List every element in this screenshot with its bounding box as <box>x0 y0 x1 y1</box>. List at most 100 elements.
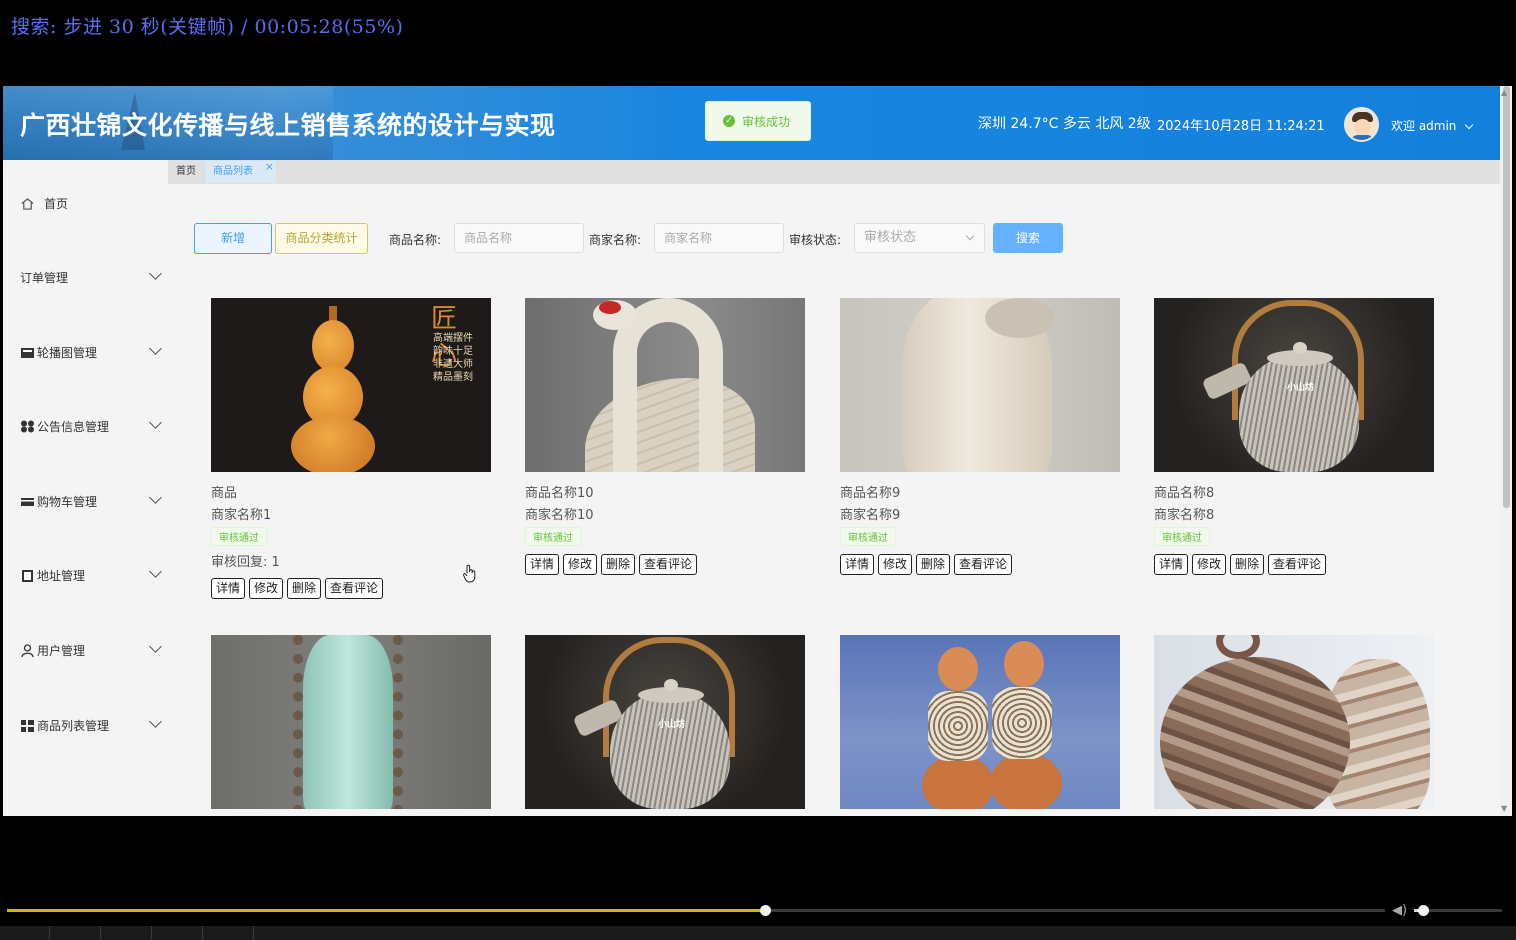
audit-reply: 审核回复: 1 <box>211 555 280 570</box>
card-actions: 详情 修改 删除 查看评论 <box>211 578 491 599</box>
sidebar-item-cart[interactable]: 购物车管理 <box>20 491 162 510</box>
product-card: 商品名称9 商家名称9 审核通过 详情 修改 删除 查看评论 <box>840 298 1120 575</box>
view-comments-button[interactable]: 查看评论 <box>325 578 384 599</box>
cart-icon <box>21 498 34 506</box>
chevron-down-icon <box>149 342 162 355</box>
sidebar-item-carousel[interactable]: 轮播图管理 <box>20 342 162 361</box>
seek-bar-handle[interactable] <box>759 905 771 916</box>
audit-status-label: 审核状态: <box>789 233 842 247</box>
chevron-down-icon <box>149 640 162 653</box>
sidebar-item-label: 订单管理 <box>20 271 69 285</box>
product-card <box>1154 635 1434 809</box>
product-image[interactable]: 匠心 高端摆件 韵味十足 非遗大师 精品墨刻 <box>211 298 491 472</box>
list-icon <box>21 720 34 732</box>
product-card <box>211 635 491 809</box>
edit-button[interactable]: 修改 <box>878 554 913 575</box>
edit-button[interactable]: 修改 <box>249 578 284 599</box>
chevron-down-icon <box>149 565 162 578</box>
home-icon <box>21 198 34 210</box>
sidebar-item-label: 轮播图管理 <box>37 346 98 360</box>
goods-name-input[interactable]: 商品名称 <box>454 223 584 253</box>
sidebar-item-users[interactable]: 用户管理 <box>20 640 162 659</box>
audit-status-placeholder: 审核状态 <box>864 230 917 245</box>
detail-button[interactable]: 详情 <box>211 578 246 599</box>
main-content: 新增 商品分类统计 商品名称: 商品名称 商家名称: 商家名称 审核状态: 审核… <box>168 184 1500 816</box>
view-comments-button[interactable]: 查看评论 <box>1268 554 1327 575</box>
goods-name-label: 商品名称: <box>389 233 442 247</box>
card-actions: 详情 修改 删除 查看评论 <box>1154 554 1434 575</box>
success-toast: ✓ 审核成功 <box>705 101 811 141</box>
detail-button[interactable]: 详情 <box>525 554 560 575</box>
audit-status-select[interactable]: 审核状态 <box>854 223 985 253</box>
shop-name: 商家名称8 <box>1154 508 1215 523</box>
app-title: 广西壮锦文化传播与线上销售系统的设计与实现 <box>20 111 556 140</box>
sidebar-item-label: 首页 <box>44 197 69 211</box>
sidebar-item-orders[interactable]: 订单管理 <box>20 267 162 286</box>
product-image[interactable] <box>840 298 1120 472</box>
scrollbar-thumb[interactable] <box>1503 86 1510 508</box>
product-name: 商品名称9 <box>840 486 901 501</box>
chevron-down-icon <box>1465 120 1474 130</box>
sidebar-item-address[interactable]: 地址管理 <box>20 565 162 584</box>
product-image[interactable] <box>840 635 1120 809</box>
delete-button[interactable]: 删除 <box>1230 554 1265 575</box>
top-header: 广西壮锦文化传播与线上销售系统的设计与实现 ✓ 审核成功 深圳 24.7°C 多… <box>3 86 1500 160</box>
status-badge: 审核通过 <box>211 527 267 546</box>
chevron-down-icon <box>149 267 162 280</box>
delete-button[interactable]: 删除 <box>601 554 636 575</box>
player-control-bar <box>0 926 1516 940</box>
carousel-icon <box>21 348 34 358</box>
detail-button[interactable]: 详情 <box>840 554 875 575</box>
sidebar-item-products[interactable]: 商品列表管理 <box>20 715 162 734</box>
toast-message: 审核成功 <box>742 114 791 129</box>
sidebar-item-home[interactable]: 首页 <box>20 195 160 212</box>
search-button[interactable]: 搜索 <box>993 223 1063 253</box>
shop-name: 商家名称1 <box>211 508 272 523</box>
delete-button[interactable]: 删除 <box>287 578 322 599</box>
edit-button[interactable]: 修改 <box>563 554 598 575</box>
tab-product-list[interactable]: 商品列表 × <box>205 160 276 183</box>
product-name: 商品名称10 <box>525 486 594 501</box>
volume-icon[interactable]: ◀︎) <box>1392 903 1407 918</box>
user-avatar[interactable] <box>1344 107 1379 142</box>
shop-name-input[interactable]: 商家名称 <box>654 223 784 253</box>
product-image[interactable]: 小山坊 <box>1154 298 1434 472</box>
address-icon <box>22 570 33 582</box>
sidebar-menu: 首页 订单管理 轮播图管理 公告信息管理 购物车管理 地址管理 用户管理 商品列… <box>3 160 168 816</box>
scroll-down-arrow-icon[interactable]: ▼ <box>1501 804 1507 813</box>
product-image[interactable] <box>525 298 805 472</box>
product-image[interactable] <box>1154 635 1434 809</box>
add-button[interactable]: 新增 <box>194 223 272 254</box>
shop-name: 商家名称9 <box>840 508 901 523</box>
tab-bar: 首页 商品列表 × <box>168 160 1500 184</box>
view-comments-button[interactable]: 查看评论 <box>954 554 1013 575</box>
close-icon[interactable]: × <box>265 156 274 178</box>
view-comments-button[interactable]: 查看评论 <box>639 554 698 575</box>
status-badge: 审核通过 <box>1154 527 1210 546</box>
product-image[interactable]: 小山坊 <box>525 635 805 809</box>
sidebar-item-notices[interactable]: 公告信息管理 <box>20 416 162 435</box>
check-circle-icon: ✓ <box>723 115 735 127</box>
chevron-down-icon <box>149 715 162 728</box>
sidebar-item-label: 用户管理 <box>37 644 86 658</box>
welcome-text: 欢迎 admin <box>1391 119 1457 133</box>
chevron-down-icon <box>149 416 162 429</box>
edit-button[interactable]: 修改 <box>1192 554 1227 575</box>
category-stats-button[interactable]: 商品分类统计 <box>275 223 368 254</box>
product-name: 商品名称8 <box>1154 486 1215 501</box>
product-card: 小山坊 <box>525 635 805 809</box>
tab-home[interactable]: 首页 <box>168 161 204 183</box>
product-image-text: 小山坊 <box>1287 383 1315 393</box>
detail-button[interactable]: 详情 <box>1154 554 1189 575</box>
player-osd-text: 搜索: 步进 30 秒(关键帧) / 00:05:28(55%) <box>11 16 404 38</box>
user-menu-dropdown[interactable]: 欢迎 admin <box>1391 117 1474 134</box>
user-icon <box>21 644 34 657</box>
product-image[interactable] <box>211 635 491 809</box>
scroll-up-arrow-icon[interactable]: ▲ <box>1501 88 1507 97</box>
seek-bar-progress <box>7 909 765 912</box>
delete-button[interactable]: 删除 <box>916 554 951 575</box>
volume-handle[interactable] <box>1417 905 1429 916</box>
sidebar-item-label: 地址管理 <box>37 569 86 583</box>
product-card: 匠心 高端摆件 韵味十足 非遗大师 精品墨刻 商品 商家名称1 审核通过 审核回… <box>211 298 491 599</box>
status-badge: 审核通过 <box>525 527 581 546</box>
